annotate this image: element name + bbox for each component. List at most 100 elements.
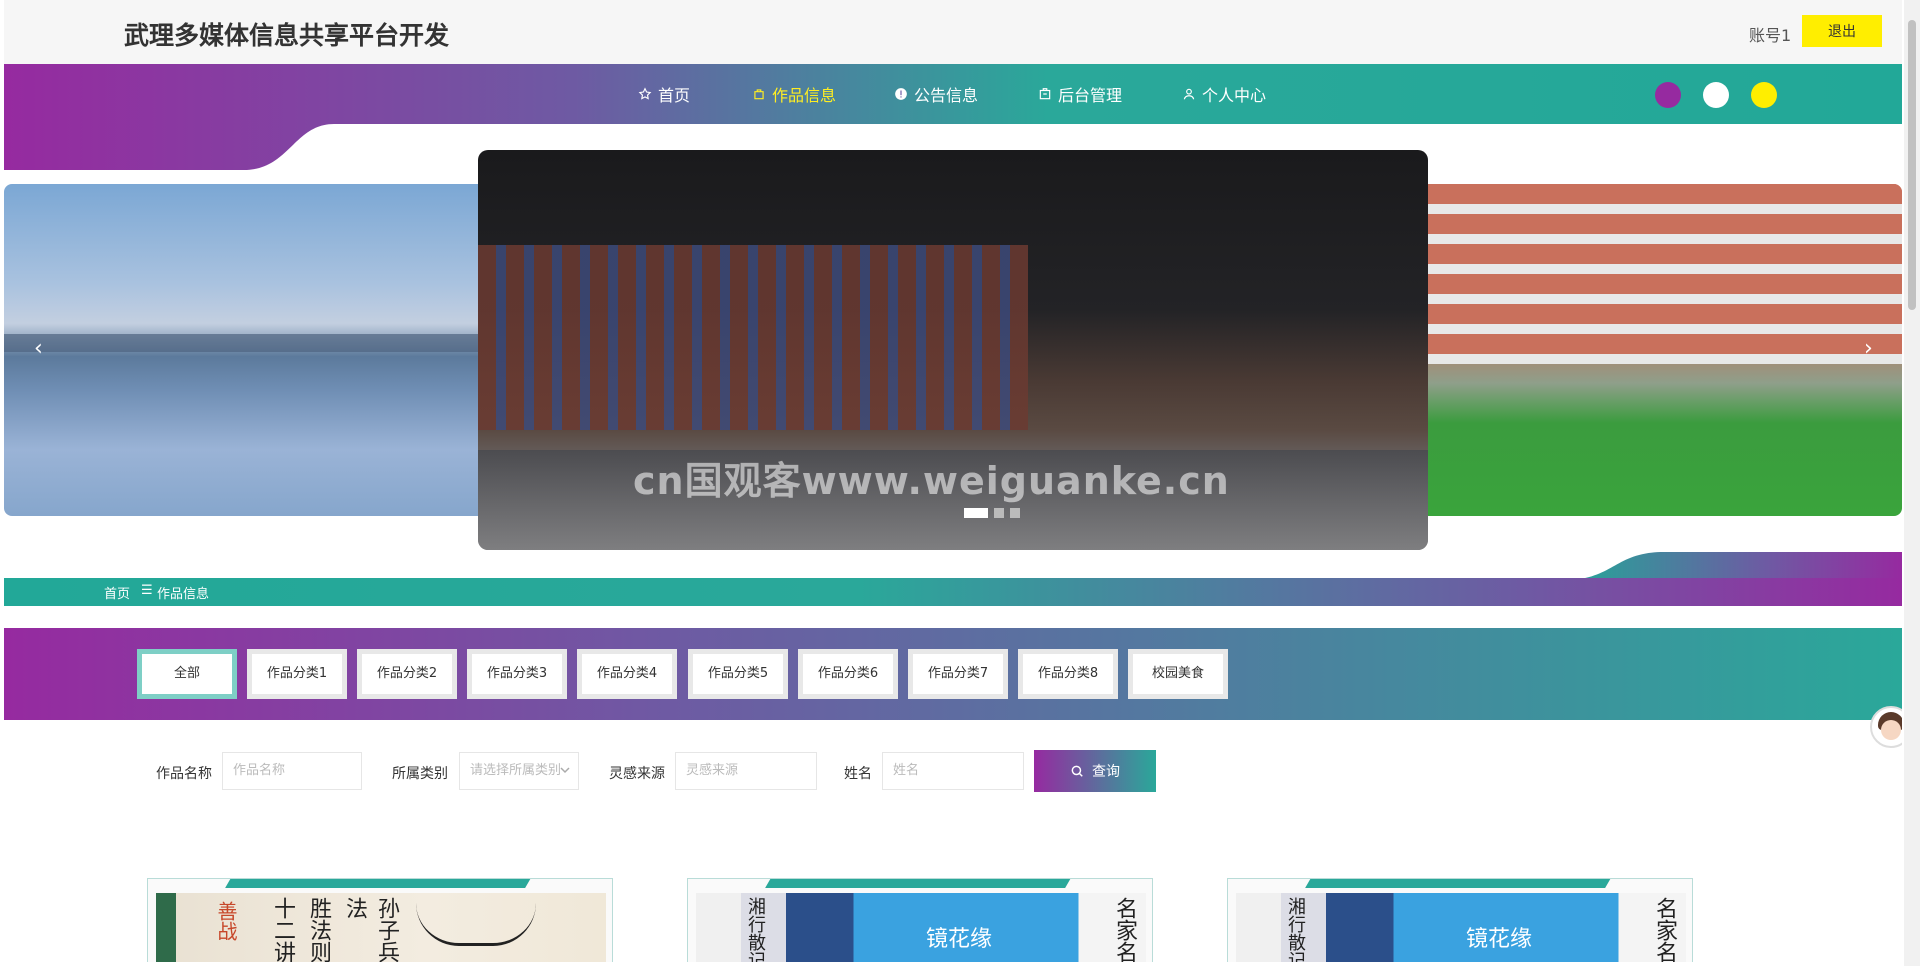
crumb-curve-decoration	[1564, 552, 1902, 580]
breadcrumb-current: 作品信息	[157, 587, 210, 602]
work-card[interactable]: 湘行散记 镜花缘 名家名	[1227, 878, 1693, 962]
nav-label: 后台管理	[1058, 86, 1123, 105]
category-label: 校园美食	[1133, 654, 1223, 694]
category-item[interactable]: 作品分类1	[247, 649, 347, 699]
carousel-dot[interactable]	[994, 508, 1004, 518]
search-input-title[interactable]: 作品名称	[222, 752, 362, 790]
carousel-next-arrow[interactable]: ›	[1864, 336, 1873, 361]
cover-text: 名家名	[1652, 897, 1677, 962]
category-item[interactable]: 作品分类8	[1018, 649, 1118, 699]
cover-text: 善战	[214, 901, 238, 941]
cover-spine	[156, 893, 176, 962]
nav-item-home[interactable]: 首页	[638, 83, 690, 105]
category-label: 作品分类4	[582, 654, 672, 694]
account-name[interactable]: 账号1	[1749, 22, 1791, 46]
work-card[interactable]: 湘行散记 镜花缘 名家名	[687, 878, 1153, 962]
carousel-prev-arrow[interactable]: ‹	[34, 336, 43, 361]
search-label-category: 所属类别	[392, 766, 448, 782]
card-cover-image: 善战 十二讲 胜法则 孙子兵法	[156, 893, 606, 962]
search-label-name: 姓名	[844, 766, 872, 782]
nav-item-notices[interactable]: 公告信息	[894, 83, 978, 105]
category-all[interactable]: 全部	[137, 649, 237, 699]
nav-item-works[interactable]: 作品信息	[752, 83, 836, 105]
card-top-accent	[225, 879, 531, 888]
card-cover-image: 湘行散记 镜花缘 名家名	[696, 893, 1146, 962]
search-input-name[interactable]: 姓名	[882, 752, 1024, 790]
category-item[interactable]: 作品分类4	[577, 649, 677, 699]
theme-dot-purple[interactable]	[1655, 82, 1681, 108]
avatar-face	[1881, 720, 1901, 740]
nav-item-admin[interactable]: 后台管理	[1038, 83, 1122, 105]
box-icon	[1039, 88, 1051, 100]
top-bar: 武理多媒体信息共享平台开发 账号1 退出	[4, 0, 1902, 64]
search-icon	[1071, 765, 1083, 777]
select-placeholder: 请选择所属类别	[470, 763, 562, 778]
info-icon	[895, 88, 907, 100]
category-label: 作品分类8	[1023, 654, 1113, 694]
nav-label: 公告信息	[914, 86, 979, 105]
search-label-source: 灵感来源	[609, 766, 665, 782]
school-building	[1404, 184, 1902, 364]
category-label: 作品分类6	[803, 654, 893, 694]
work-card[interactable]: 善战 十二讲 胜法则 孙子兵法	[147, 878, 613, 962]
cover-title: 镜花缘	[1466, 927, 1533, 952]
breadcrumb: 首页 ☰ 作品信息	[4, 578, 1902, 606]
carousel-indicators	[964, 508, 1020, 518]
query-label: 查询	[1092, 763, 1120, 779]
theme-dot-white[interactable]	[1703, 82, 1729, 108]
cover-brush-stroke	[416, 903, 536, 946]
card-top-accent	[1305, 879, 1611, 888]
carousel-slide-prev[interactable]	[4, 184, 504, 516]
category-item[interactable]: 作品分类7	[908, 649, 1008, 699]
page-scrollbar[interactable]	[1904, 0, 1920, 966]
card-top-accent	[765, 879, 1071, 888]
cover-text: 湘行散记	[745, 897, 766, 962]
category-item[interactable]: 作品分类6	[798, 649, 898, 699]
cover-title: 镜花缘	[926, 927, 993, 952]
cover-text: 名家名	[1112, 897, 1137, 962]
search-select-category[interactable]: 请选择所属类别	[459, 752, 579, 790]
night-building	[478, 245, 1028, 430]
carousel-dot[interactable]	[1010, 508, 1020, 518]
breadcrumb-separator-icon: ☰	[141, 583, 153, 598]
scrollbar-thumb[interactable]	[1908, 20, 1916, 310]
cover-text: 胜法则	[306, 897, 331, 962]
carousel-slide-next[interactable]	[1404, 184, 1902, 516]
carousel-watermark: cn国观客www.weiguanke.cn	[633, 459, 1230, 503]
chat-assistant-avatar[interactable]	[1870, 706, 1902, 748]
logout-button[interactable]: 退出	[1802, 15, 1882, 47]
nav-item-profile[interactable]: 个人中心	[1182, 83, 1266, 105]
category-label: 全部	[142, 654, 232, 694]
cover-text: 十二讲	[270, 897, 295, 962]
query-button[interactable]: 查询	[1034, 750, 1156, 792]
bag-icon	[754, 89, 764, 100]
category-item[interactable]: 校园美食	[1128, 649, 1228, 699]
theme-dot-yellow[interactable]	[1751, 82, 1777, 108]
category-label: 作品分类1	[252, 654, 342, 694]
category-item[interactable]: 作品分类3	[467, 649, 567, 699]
card-cover-image: 湘行散记 镜花缘 名家名	[1236, 893, 1686, 962]
site-title: 武理多媒体信息共享平台开发	[124, 21, 450, 50]
search-label-title: 作品名称	[156, 766, 212, 782]
category-filter-bar: 全部 作品分类1 作品分类2 作品分类3 作品分类4 作品分类5 作品分类6 作…	[4, 628, 1902, 720]
user-icon	[1183, 88, 1195, 100]
nav-label: 作品信息	[772, 86, 837, 105]
search-input-source[interactable]: 灵感来源	[675, 752, 817, 790]
category-label: 作品分类7	[913, 654, 1003, 694]
star-icon	[638, 87, 652, 100]
nav-label: 首页	[658, 86, 691, 105]
lake-horizon	[4, 334, 504, 352]
category-item[interactable]: 作品分类5	[688, 649, 788, 699]
category-item[interactable]: 作品分类2	[357, 649, 457, 699]
breadcrumb-home[interactable]: 首页	[104, 583, 130, 602]
category-label: 作品分类5	[693, 654, 783, 694]
cover-text: 孙子兵法	[342, 897, 399, 962]
nav-label: 个人中心	[1202, 86, 1267, 105]
cover-text: 湘行散记	[1285, 897, 1306, 962]
chevron-down-icon	[560, 767, 570, 774]
carousel-slide-active[interactable]: cn国观客www.weiguanke.cn	[478, 150, 1428, 550]
page: 武理多媒体信息共享平台开发 账号1 退出 首页 作品信息 公告信息 后台管理 个…	[4, 0, 1902, 962]
category-label: 作品分类3	[472, 654, 562, 694]
category-label: 作品分类2	[362, 654, 452, 694]
carousel-dot[interactable]	[964, 508, 988, 518]
